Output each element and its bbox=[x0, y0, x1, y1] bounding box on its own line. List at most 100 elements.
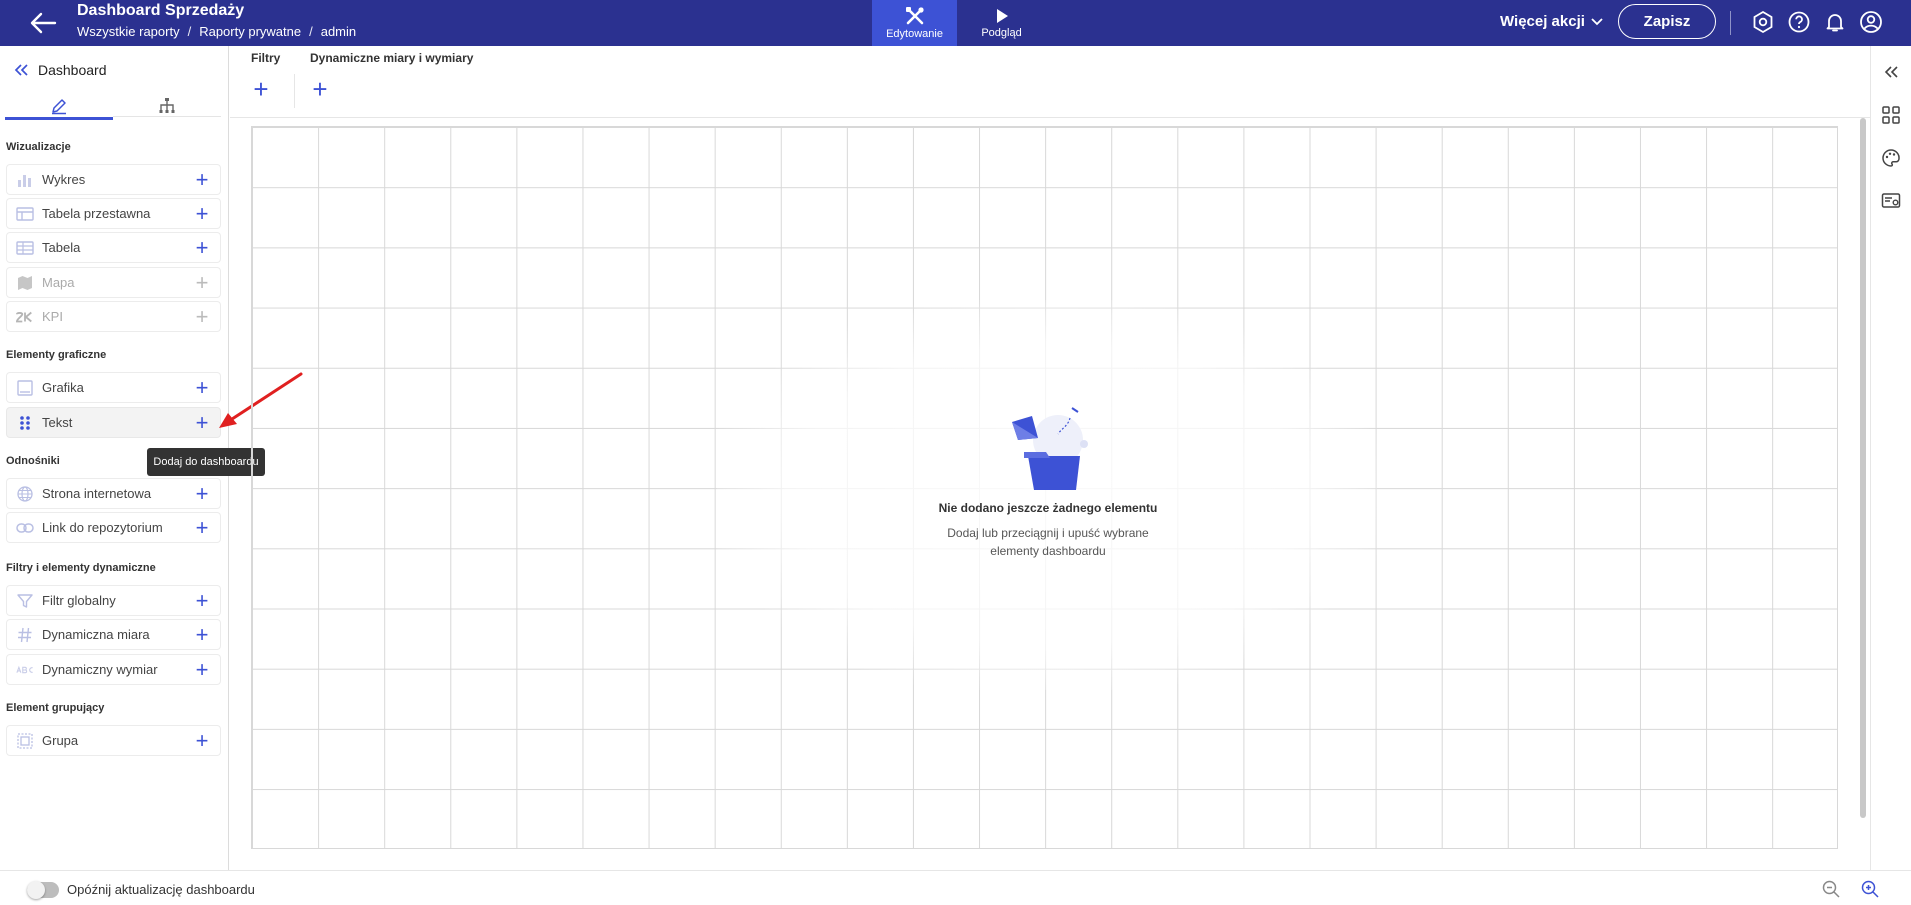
tab-structure[interactable] bbox=[113, 94, 221, 118]
add-plus-icon[interactable]: + bbox=[192, 168, 212, 190]
element-item-image[interactable]: Grafika + bbox=[6, 372, 221, 403]
bar-chart-icon bbox=[16, 171, 34, 189]
add-plus-icon[interactable]: + bbox=[192, 589, 212, 611]
add-plus-icon[interactable]: + bbox=[192, 658, 212, 680]
tools-icon bbox=[905, 6, 924, 24]
tooltip-add-to-dashboard: Dodaj do dashboardu bbox=[147, 448, 265, 476]
element-item-repository-link[interactable]: Link do repozytorium + bbox=[6, 512, 221, 543]
element-label: Strona internetowa bbox=[42, 486, 152, 501]
collapse-panel-button[interactable]: Dashboard bbox=[14, 62, 107, 78]
element-label: KPI bbox=[42, 309, 63, 324]
element-label: Tabela bbox=[42, 240, 81, 255]
bottom-bar: Opóźnij aktualizację dashboardu bbox=[0, 870, 1911, 905]
help-icon[interactable] bbox=[1787, 10, 1811, 34]
element-item-website[interactable]: Strona internetowa + bbox=[6, 478, 221, 509]
element-item-dynamic-measure[interactable]: Dynamiczna miara + bbox=[6, 619, 221, 650]
add-plus-icon[interactable]: + bbox=[192, 236, 212, 258]
element-item-pivot-table[interactable]: Tabela przestawna + bbox=[6, 198, 221, 229]
notifications-bell-icon[interactable] bbox=[1823, 10, 1847, 34]
abc-icon bbox=[16, 661, 34, 679]
add-dynamic-element-button[interactable]: + bbox=[308, 76, 332, 102]
more-actions-dropdown[interactable]: Więcej akcji bbox=[1500, 13, 1603, 30]
breadcrumb-item-private-reports[interactable]: Raporty prywatne bbox=[199, 24, 301, 39]
element-item-dynamic-dimension[interactable]: Dynamiczny wymiar + bbox=[6, 654, 221, 685]
section-title-visualizations: Wizualizacje bbox=[6, 141, 71, 153]
add-plus-icon[interactable]: + bbox=[192, 623, 212, 645]
hash-icon bbox=[16, 626, 34, 644]
palette-icon[interactable] bbox=[1881, 148, 1901, 168]
save-button[interactable]: Zapisz bbox=[1618, 4, 1716, 39]
chevron-down-icon bbox=[1591, 17, 1603, 25]
add-plus-icon[interactable]: + bbox=[192, 305, 212, 327]
kpi-icon bbox=[16, 308, 34, 326]
group-icon bbox=[16, 732, 34, 750]
filter-icon bbox=[16, 592, 34, 610]
filters-bar: Filtry Dynamiczne miary i wymiary + + bbox=[230, 46, 1870, 118]
empty-state: Nie dodano jeszcze żadnego elementu Doda… bbox=[930, 400, 1166, 560]
design-pencil-icon bbox=[52, 99, 66, 115]
map-icon bbox=[16, 274, 34, 292]
element-item-group[interactable]: Grupa + bbox=[6, 725, 221, 756]
layout-grid-icon[interactable] bbox=[1881, 105, 1901, 125]
element-label: Tekst bbox=[42, 415, 73, 430]
add-plus-icon[interactable]: + bbox=[192, 271, 212, 293]
drag-handle-icon[interactable] bbox=[16, 414, 34, 432]
pivot-table-icon bbox=[16, 205, 34, 223]
divider bbox=[1730, 11, 1731, 35]
delay-update-toggle[interactable] bbox=[27, 881, 59, 899]
element-label: Link do repozytorium bbox=[42, 520, 163, 535]
right-rail bbox=[1870, 46, 1911, 870]
element-item-text[interactable]: Tekst + bbox=[6, 407, 221, 438]
zoom-in-icon[interactable] bbox=[1860, 879, 1880, 899]
double-chevron-left-icon[interactable] bbox=[1881, 62, 1901, 82]
breadcrumb-separator: / bbox=[187, 24, 192, 39]
add-plus-icon[interactable]: + bbox=[192, 729, 212, 751]
element-label: Filtr globalny bbox=[42, 593, 116, 608]
element-label: Grupa bbox=[42, 733, 79, 748]
divider bbox=[294, 74, 295, 108]
add-plus-icon[interactable]: + bbox=[192, 482, 212, 504]
empty-state-title: Nie dodano jeszcze żadnego elementu bbox=[938, 501, 1158, 515]
image-icon bbox=[16, 379, 34, 397]
tab-underline bbox=[113, 116, 221, 117]
user-account-icon[interactable] bbox=[1859, 10, 1883, 34]
add-filter-button[interactable]: + bbox=[249, 76, 273, 102]
mode-preview-button[interactable]: Podgląd bbox=[959, 0, 1044, 46]
hierarchy-icon bbox=[159, 98, 175, 113]
add-plus-icon[interactable]: + bbox=[192, 202, 212, 224]
section-title-graphic-elements: Elementy graficzne bbox=[6, 349, 107, 361]
empty-state-description: Dodaj lub przeciągnij i upuść wybrane el… bbox=[947, 526, 1149, 558]
element-label: Wykres bbox=[42, 172, 86, 187]
element-label: Grafika bbox=[42, 380, 84, 395]
element-label: Tabela przestawna bbox=[42, 206, 151, 221]
element-label: Mapa bbox=[42, 275, 75, 290]
link-icon bbox=[16, 519, 34, 537]
page-title: Dashboard Sprzedaży bbox=[77, 2, 245, 19]
element-item-global-filter[interactable]: Filtr globalny + bbox=[6, 585, 221, 616]
add-plus-icon[interactable]: + bbox=[192, 516, 212, 538]
mode-edit-label: Edytowanie bbox=[886, 27, 943, 40]
element-settings-icon[interactable] bbox=[1881, 191, 1901, 211]
breadcrumb-item-admin[interactable]: admin bbox=[321, 24, 356, 39]
breadcrumb-item-all-reports[interactable]: Wszystkie raporty bbox=[77, 24, 180, 39]
zoom-out-icon[interactable] bbox=[1821, 879, 1841, 899]
element-item-map[interactable]: Mapa + bbox=[6, 267, 221, 298]
settings-icon[interactable] bbox=[1751, 10, 1775, 34]
section-title-links: Odnośniki bbox=[6, 455, 60, 467]
top-bar: Dashboard Sprzedaży Wszystkie raporty / … bbox=[0, 0, 1911, 46]
element-item-table[interactable]: Tabela + bbox=[6, 232, 221, 263]
table-icon bbox=[16, 239, 34, 257]
element-item-kpi[interactable]: KPI + bbox=[6, 301, 221, 332]
mode-edit-button[interactable]: Edytowanie bbox=[872, 0, 957, 46]
double-chevron-left-icon bbox=[14, 64, 28, 76]
canvas-scrollbar[interactable] bbox=[1860, 118, 1866, 818]
tab-design[interactable] bbox=[5, 94, 113, 120]
panel-title: Dashboard bbox=[38, 62, 107, 78]
add-plus-icon[interactable]: + bbox=[192, 376, 212, 398]
panel-tabs bbox=[5, 94, 221, 120]
add-plus-icon[interactable]: + bbox=[192, 411, 212, 433]
back-arrow-icon[interactable] bbox=[28, 9, 58, 37]
filters-label: Filtry bbox=[251, 51, 281, 65]
element-item-chart[interactable]: Wykres + bbox=[6, 164, 221, 195]
breadcrumb-separator: / bbox=[309, 24, 313, 39]
